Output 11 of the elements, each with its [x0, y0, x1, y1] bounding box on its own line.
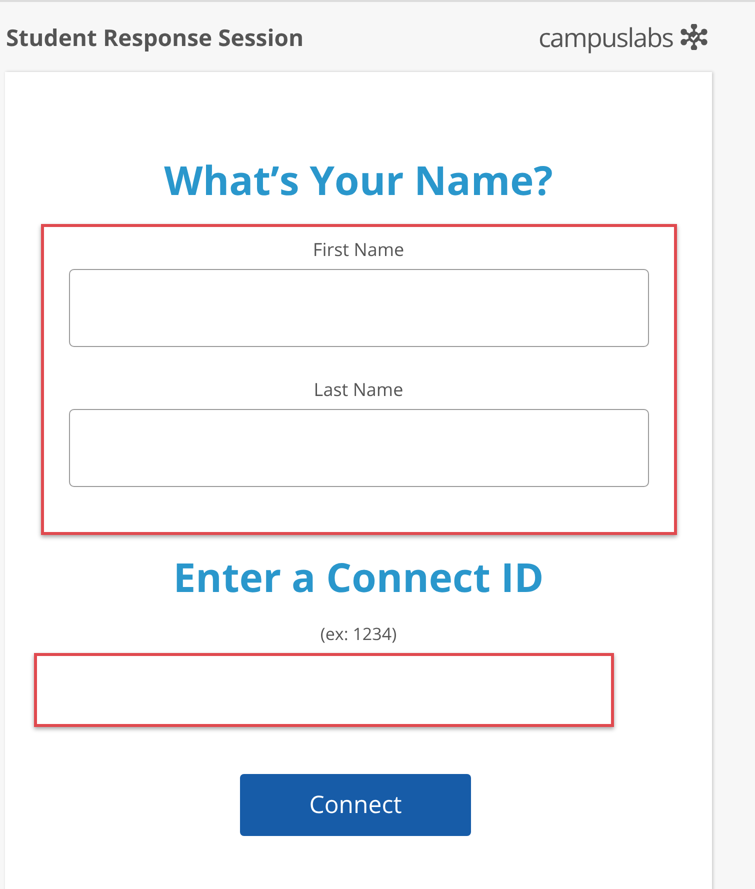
- hint-text: (ex: 1234): [320, 621, 397, 646]
- field-label: Last Name: [314, 379, 404, 401]
- text-field[interactable]: [68, 269, 648, 347]
- name-heading: What’s Your Name?: [164, 154, 553, 206]
- field-label: First Name: [312, 239, 404, 261]
- connect-button[interactable]: Connect: [240, 774, 471, 836]
- connect-heading: Enter a Connect ID: [173, 549, 544, 605]
- connect-id-field[interactable]: [34, 652, 614, 726]
- page-title: Student Response Session: [6, 20, 304, 54]
- text-field[interactable]: [68, 409, 648, 487]
- logo-text: campuslabs: [538, 18, 673, 56]
